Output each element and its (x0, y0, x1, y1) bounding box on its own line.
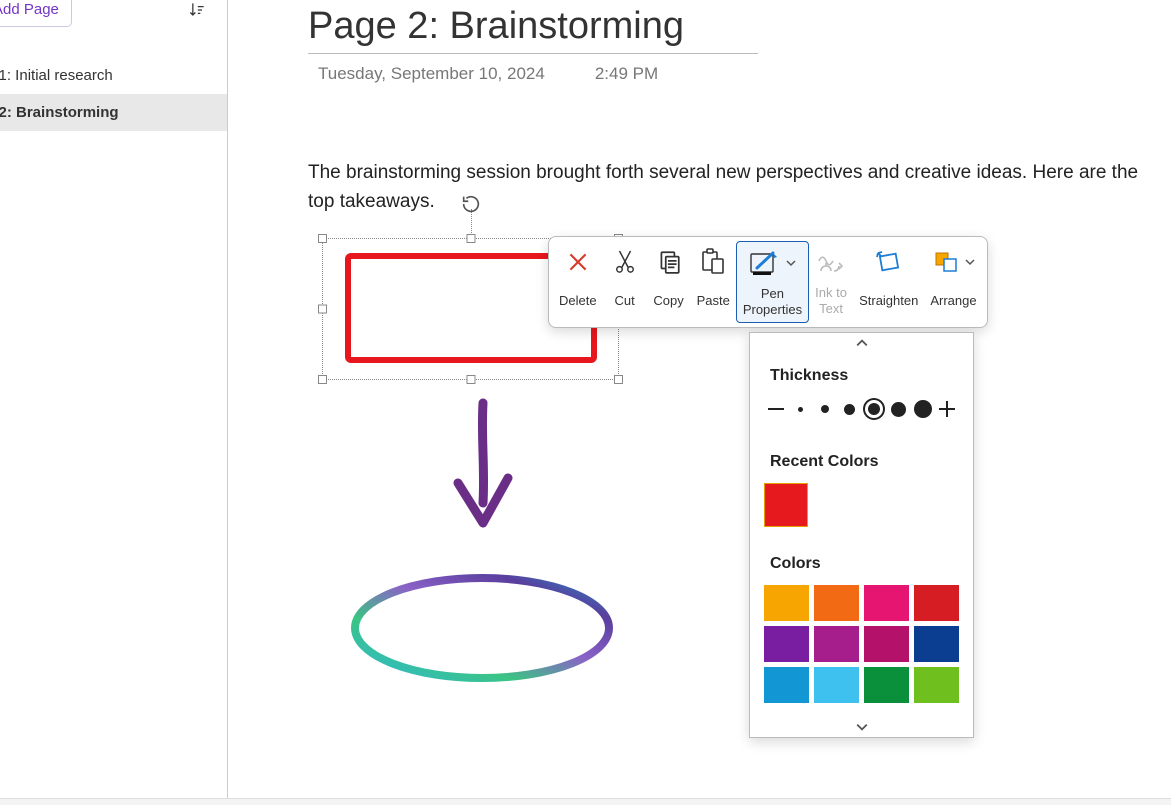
sidebar: Add Page e 1: Initial research e 2: Brai… (0, 0, 228, 805)
page-title[interactable]: Page 2: Brainstorming (308, 5, 758, 54)
colors-section-title: Colors (750, 541, 973, 585)
ink-arrow-shape[interactable] (443, 398, 523, 543)
panel-expand-bottom-button[interactable] (750, 717, 973, 737)
pen-properties-icon (749, 248, 796, 278)
paste-icon (700, 247, 726, 277)
delete-label: Delete (559, 285, 597, 317)
status-bar (0, 798, 1171, 805)
thickness-option-3[interactable] (837, 397, 861, 421)
sidebar-item-page-1[interactable]: e 1: Initial research (0, 57, 227, 94)
straighten-label: Straighten (859, 285, 918, 317)
page-list: e 1: Initial research e 2: Brainstorming (0, 57, 227, 131)
note-body-text[interactable]: The brainstorming session brought forth … (308, 159, 1168, 216)
ink-to-text-label: Ink to Text (815, 285, 847, 317)
thickness-option-2[interactable] (813, 397, 837, 421)
copy-button[interactable]: Copy (647, 241, 691, 323)
recent-colors-section-title: Recent Colors (750, 439, 973, 483)
chevron-down-icon (786, 258, 796, 268)
thickness-option-4-selected[interactable] (862, 397, 886, 421)
page-time[interactable]: 2:49 PM (595, 64, 658, 84)
add-page-label: Add Page (0, 1, 59, 18)
arrange-icon (932, 247, 975, 277)
color-swatch-10[interactable] (864, 667, 909, 703)
arrange-button[interactable]: Arrange (924, 241, 982, 323)
thickness-section-title: Thickness (750, 353, 973, 397)
colors-grid (750, 585, 973, 717)
thickness-option-6[interactable] (911, 397, 935, 421)
chevron-down-icon (965, 257, 975, 267)
pen-properties-panel: Thickness Recent Colors Colors (749, 332, 974, 738)
sidebar-item-label: e 2: Brainstorming (0, 104, 119, 121)
color-swatch-9[interactable] (814, 667, 859, 703)
color-swatch-7[interactable] (914, 626, 959, 662)
cut-icon (614, 247, 636, 277)
color-swatch-1[interactable] (814, 585, 859, 621)
color-swatch-11[interactable] (914, 667, 959, 703)
thickness-option-1[interactable] (788, 397, 812, 421)
color-swatch-2[interactable] (864, 585, 909, 621)
recent-color-swatch-0[interactable] (764, 483, 808, 527)
add-page-button[interactable]: Add Page (0, 0, 72, 27)
ink-to-text-button: Ink to Text (809, 241, 853, 323)
copy-icon (656, 247, 682, 277)
delete-button[interactable]: Delete (553, 241, 603, 323)
thickness-increase-button[interactable] (935, 397, 959, 421)
thickness-option-5[interactable] (886, 397, 910, 421)
thickness-decrease-button[interactable] (764, 397, 788, 421)
color-swatch-3[interactable] (914, 585, 959, 621)
panel-collapse-top-button[interactable] (750, 333, 973, 353)
copy-label: Copy (653, 285, 683, 317)
paste-button[interactable]: Paste (691, 241, 736, 323)
ink-ellipse-shape[interactable] (345, 568, 620, 693)
cut-button[interactable]: Cut (603, 241, 647, 323)
straighten-button[interactable]: Straighten (853, 241, 924, 323)
color-swatch-8[interactable] (764, 667, 809, 703)
selection-context-toolbar: Delete Cut Copy Paste (548, 236, 988, 328)
page-date[interactable]: Tuesday, September 10, 2024 (318, 64, 545, 84)
paste-label: Paste (697, 285, 730, 317)
cut-label: Cut (614, 285, 634, 317)
color-swatch-0[interactable] (764, 585, 809, 621)
sort-pages-icon[interactable] (187, 0, 207, 20)
color-swatch-5[interactable] (814, 626, 859, 662)
delete-icon (565, 247, 591, 277)
straighten-icon (874, 247, 904, 277)
color-swatch-4[interactable] (764, 626, 809, 662)
sidebar-item-label: e 1: Initial research (0, 67, 113, 84)
ink-to-text-icon (816, 247, 846, 277)
color-swatch-6[interactable] (864, 626, 909, 662)
sidebar-item-page-2[interactable]: e 2: Brainstorming (0, 94, 227, 131)
arrange-label: Arrange (930, 285, 976, 317)
thickness-row (750, 397, 973, 439)
page-meta: Tuesday, September 10, 2024 2:49 PM (318, 64, 1171, 84)
pen-properties-label: Pen Properties (743, 286, 802, 318)
pen-properties-button[interactable]: Pen Properties (736, 241, 809, 323)
